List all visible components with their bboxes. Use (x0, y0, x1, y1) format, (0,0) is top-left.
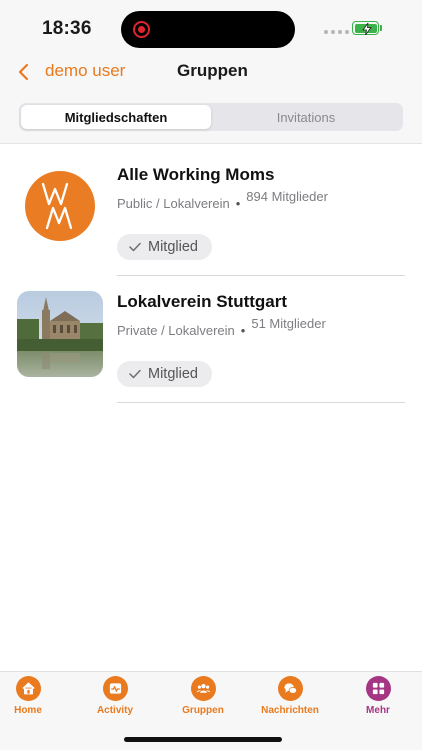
battery-tip (380, 25, 382, 31)
groups-icon (190, 676, 216, 701)
tab-mehr[interactable]: Mehr (338, 676, 418, 716)
tab-label-mehr: Mehr (366, 705, 390, 716)
segment-mitgliedschaften[interactable]: Mitgliedschaften (21, 105, 211, 129)
separator-dot: • (240, 323, 246, 338)
group-name[interactable]: Alle Working Moms (117, 165, 274, 185)
group-meta: Public / Lokalverein • 894 Mitglieder (117, 189, 328, 211)
row-divider (117, 275, 405, 276)
tab-label-home: Home (14, 705, 42, 716)
wm-logo-icon (41, 182, 73, 230)
charging-bolt-icon (361, 22, 372, 35)
tab-home[interactable]: Home (0, 676, 68, 716)
grid-icon (365, 676, 391, 701)
groups-list: Alle Working Moms Public / Lokalverein • 8… (0, 143, 422, 671)
tab-label-activity: Activity (96, 705, 134, 716)
tab-gruppen[interactable]: Gruppen (163, 676, 243, 716)
row-divider (117, 402, 405, 403)
activity-icon (102, 676, 128, 701)
status-bar: 18:36 (0, 0, 422, 58)
member-status-badge: Mitglied (117, 234, 212, 260)
checkmark-icon (129, 369, 141, 379)
tab-activity[interactable]: Activity (75, 676, 155, 716)
checkmark-icon (129, 242, 141, 252)
segment-invitations[interactable]: Invitations (211, 105, 401, 129)
page-title: Gruppen (177, 61, 248, 80)
home-icon (15, 676, 41, 701)
member-status-badge: Mitglied (117, 361, 212, 387)
chevron-left-icon[interactable] (16, 62, 32, 82)
messages-icon (277, 676, 303, 701)
home-indicator (124, 737, 282, 742)
member-status-label: Mitglied (148, 366, 198, 382)
group-avatar-church-photo (17, 291, 103, 377)
segmented-control: Mitgliedschaften Invitations (19, 103, 403, 131)
status-time: 18:36 (42, 18, 92, 39)
signal-icon (324, 30, 349, 34)
tab-label-gruppen: Gruppen (182, 705, 224, 716)
group-avatar-wm-logo (25, 171, 95, 241)
dynamic-island (121, 11, 295, 48)
back-button[interactable]: demo user (45, 61, 125, 81)
church-photo-image (17, 291, 103, 377)
separator-dot: • (235, 196, 241, 211)
tab-nachrichten[interactable]: Nachrichten (250, 676, 330, 716)
group-member-count: 51 Mitglieder (251, 316, 326, 331)
member-status-label: Mitglied (148, 239, 198, 255)
group-meta: Private / Lokalverein • 51 Mitglieder (117, 316, 326, 338)
tab-label-nachrichten: Nachrichten (261, 705, 319, 716)
group-name[interactable]: Lokalverein Stuttgart (117, 292, 287, 312)
recording-indicator-icon (133, 21, 150, 38)
battery-icon (352, 21, 379, 35)
group-member-count: 894 Mitglieder (246, 189, 328, 204)
navigation-bar: demo user Gruppen (0, 58, 422, 102)
group-type: Private / Lokalverein (117, 323, 235, 338)
group-type: Public / Lokalverein (117, 196, 230, 211)
